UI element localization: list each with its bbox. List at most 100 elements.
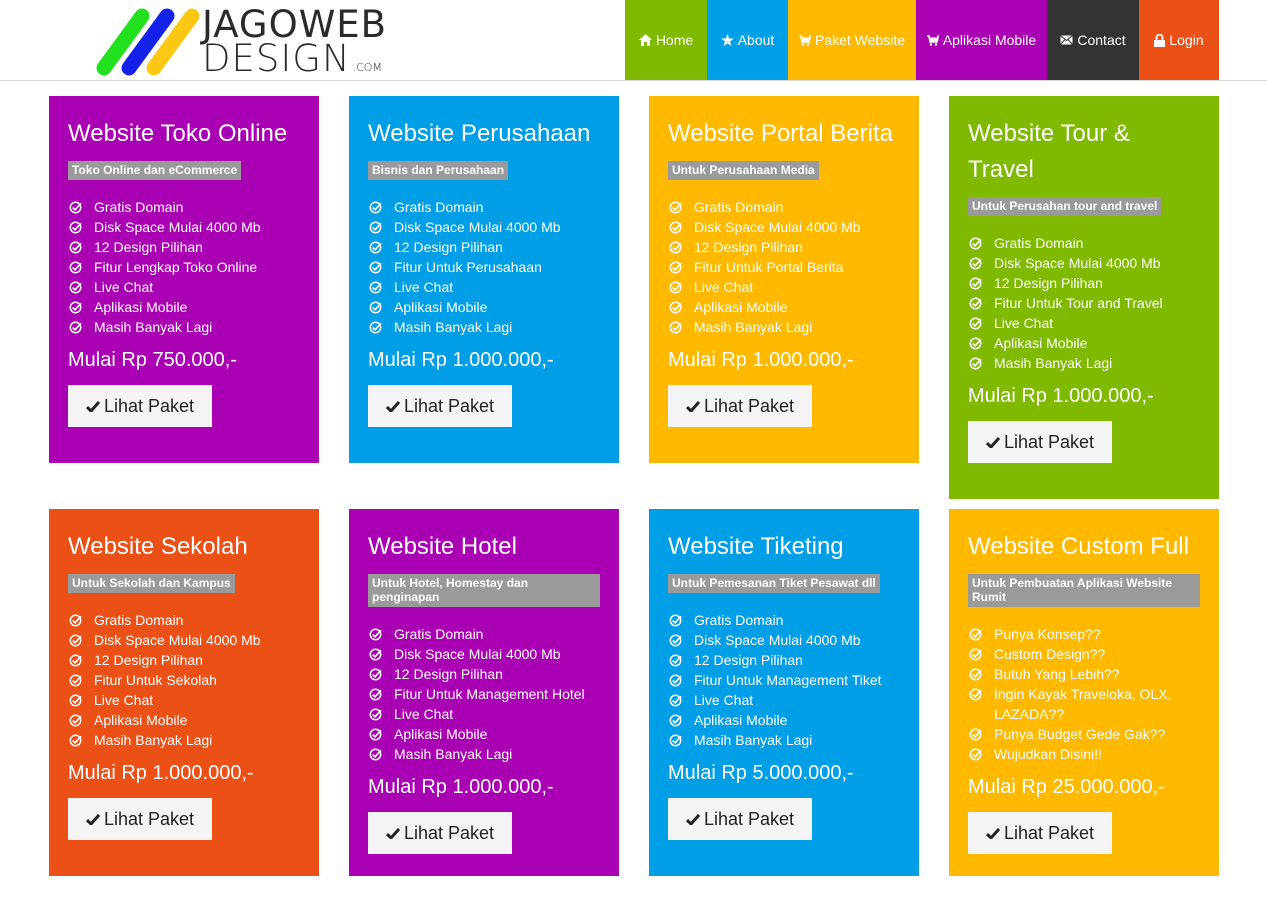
feature-text: 12 Design Pilihan <box>694 652 803 668</box>
package-card-6: Website Tiketing Untuk Pemesanan Tiket P… <box>649 509 919 876</box>
cart-icon <box>926 34 939 46</box>
check-circle-icon <box>69 301 82 314</box>
feature-item: Gratis Domain <box>668 197 900 217</box>
feature-text: Gratis Domain <box>394 199 484 215</box>
feature-item: Masih Banyak Lagi <box>668 317 900 337</box>
package-title: Website Tiketing <box>668 533 844 560</box>
feature-text: Fitur Untuk Management Hotel <box>394 686 585 702</box>
feature-text: Live Chat <box>394 279 454 295</box>
star-icon <box>720 34 734 46</box>
nav-home[interactable]: Home <box>625 0 707 80</box>
check-circle-icon <box>369 708 382 721</box>
feature-text: Gratis Domain <box>94 612 184 628</box>
feature-item: 12 Design Pilihan <box>668 237 900 257</box>
check-icon <box>685 400 700 412</box>
feature-item: Disk Space Mulai 4000 Mb <box>668 217 900 237</box>
feature-text: Masih Banyak Lagi <box>394 746 513 762</box>
package-card-2: Website Portal Berita Untuk Perusahaan M… <box>649 96 919 463</box>
package-subtitle-badge: Untuk Hotel, Homestay dan penginapan <box>368 574 600 607</box>
feature-text: 12 Design Pilihan <box>394 239 503 255</box>
feature-text: Disk Space Mulai 4000 Mb <box>94 632 261 648</box>
feature-item: Disk Space Mulai 4000 Mb <box>68 217 300 237</box>
feature-item: Disk Space Mulai 4000 Mb <box>68 630 300 650</box>
package-price: Mulai Rp 25.000.000,- <box>968 776 1165 798</box>
check-circle-icon <box>69 694 82 707</box>
view-package-button-label: Lihat Paket <box>103 808 195 829</box>
feature-item: Fitur Lengkap Toko Online <box>68 257 300 277</box>
package-price: Mulai Rp 1.000.000,- <box>68 762 254 784</box>
nav-aplikasi-mobile[interactable]: Aplikasi Mobile <box>916 0 1047 80</box>
check-circle-icon <box>669 694 682 707</box>
feature-text: Fitur Lengkap Toko Online <box>94 259 258 275</box>
check-circle-icon <box>969 297 982 310</box>
view-package-button[interactable]: Lihat Paket <box>668 385 812 427</box>
logo[interactable]: JAGOWEB DESIGN .COM <box>94 6 386 80</box>
feature-text: Punya Konsep?? <box>994 626 1101 642</box>
feature-text: Disk Space Mulai 4000 Mb <box>394 646 561 662</box>
feature-item: Gratis Domain <box>68 197 300 217</box>
view-package-button[interactable]: Lihat Paket <box>968 812 1112 854</box>
feature-text: Gratis Domain <box>394 626 484 642</box>
view-package-button-label: Lihat Paket <box>403 822 495 843</box>
feature-item: Live Chat <box>368 704 600 724</box>
feature-item: Fitur Untuk Perusahaan <box>368 257 600 277</box>
check-circle-icon <box>669 301 682 314</box>
feature-text: Aplikasi Mobile <box>94 712 188 728</box>
feature-item: Butuh Yang Lebih?? <box>968 664 1200 684</box>
check-circle-icon <box>969 257 982 270</box>
view-package-button[interactable]: Lihat Paket <box>368 812 512 854</box>
feature-item: Aplikasi Mobile <box>368 297 600 317</box>
feature-item: Live Chat <box>368 277 600 297</box>
view-package-button[interactable]: Lihat Paket <box>68 385 212 427</box>
feature-text: Gratis Domain <box>994 235 1084 251</box>
logo-design-text: DESIGN <box>202 37 351 80</box>
nav-login[interactable]: Login <box>1139 0 1219 80</box>
check-circle-icon <box>669 734 682 747</box>
check-circle-icon <box>69 654 82 667</box>
package-card-7: Website Custom Full Untuk Pembuatan Apli… <box>949 509 1219 876</box>
check-icon <box>985 827 1000 839</box>
check-circle-icon <box>969 748 982 761</box>
view-package-button-label: Lihat Paket <box>1003 431 1095 452</box>
check-circle-icon <box>369 261 382 274</box>
check-circle-icon <box>369 688 382 701</box>
nav-paket-website-label: Paket Website <box>814 32 905 48</box>
feature-item: Fitur Untuk Management Tiket <box>668 670 900 690</box>
feature-item: Live Chat <box>68 690 300 710</box>
check-circle-icon <box>969 357 982 370</box>
feature-text: Live Chat <box>94 692 154 708</box>
package-subtitle-badge: Untuk Sekolah dan Kampus <box>68 574 235 593</box>
check-circle-icon <box>969 237 982 250</box>
view-package-button[interactable]: Lihat Paket <box>968 421 1112 463</box>
nav-paket-website[interactable]: Paket Website <box>788 0 916 80</box>
check-circle-icon <box>69 201 82 214</box>
check-circle-icon <box>669 654 682 667</box>
check-circle-icon <box>669 614 682 627</box>
feature-item: Gratis Domain <box>68 610 300 630</box>
view-package-button[interactable]: Lihat Paket <box>368 385 512 427</box>
package-price: Mulai Rp 5.000.000,- <box>668 762 854 784</box>
check-circle-icon <box>669 674 682 687</box>
view-package-button[interactable]: Lihat Paket <box>68 798 212 840</box>
main-nav: Home About Paket Website Aplikasi Mobile… <box>625 0 1219 80</box>
feature-text: Gratis Domain <box>94 199 184 215</box>
check-circle-icon <box>969 317 982 330</box>
check-circle-icon <box>369 241 382 254</box>
check-icon <box>85 400 100 412</box>
package-card-4: Website Sekolah Untuk Sekolah dan Kampus… <box>49 509 319 876</box>
feature-text: Masih Banyak Lagi <box>94 732 213 748</box>
feature-item: Masih Banyak Lagi <box>368 317 600 337</box>
view-package-button-label: Lihat Paket <box>703 395 795 416</box>
package-subtitle-badge: Untuk Perusahan tour and travel <box>968 197 1162 216</box>
feature-item: Live Chat <box>968 313 1200 333</box>
nav-contact[interactable]: Contact <box>1047 0 1139 80</box>
feature-item: Aplikasi Mobile <box>68 710 300 730</box>
view-package-button[interactable]: Lihat Paket <box>668 798 812 840</box>
feature-item: Fitur Untuk Sekolah <box>68 670 300 690</box>
check-circle-icon <box>669 281 682 294</box>
check-circle-icon <box>669 241 682 254</box>
nav-about[interactable]: About <box>707 0 788 80</box>
package-feature-list: Gratis Domain Disk Space Mulai 4000 Mb 12 … <box>68 197 300 337</box>
check-circle-icon <box>669 201 682 214</box>
feature-text: Fitur Untuk Management Tiket <box>694 672 882 688</box>
